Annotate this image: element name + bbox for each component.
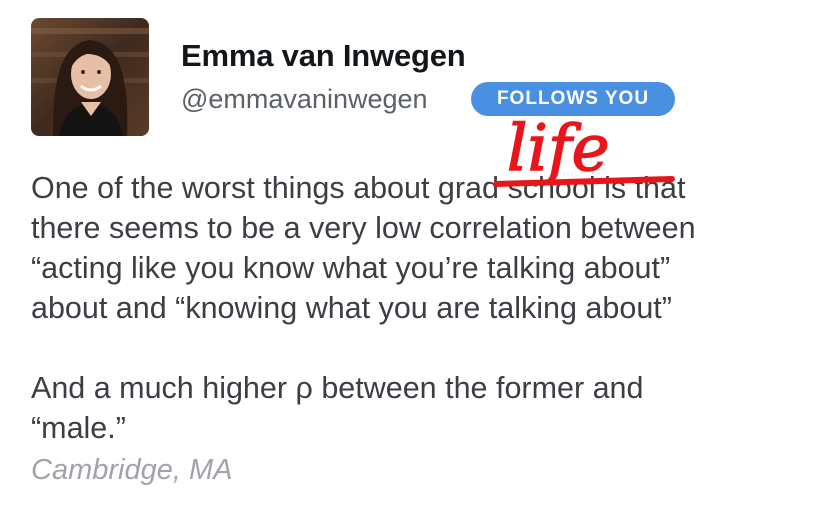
follows-you-badge: FOLLOWS YOU (471, 82, 675, 116)
tweet-card: Emma van Inwegen @emmavaninwegen FOLLOWS… (0, 0, 828, 506)
user-handle[interactable]: @emmavaninwegen (181, 84, 428, 115)
tweet-line: there seems to be a very low correlation… (31, 211, 696, 245)
tweet-line: One of the worst things about grad schoo… (31, 168, 811, 208)
tweet-text-segment: is that (595, 171, 686, 205)
tweet-text-segment: One of the worst things about (31, 171, 438, 205)
tweet-line: “acting like you know what you’re talkin… (31, 251, 671, 285)
tweet-line: about and “knowing what you are talking … (31, 291, 672, 325)
struck-through-text: grad school (437, 171, 596, 205)
tweet-text: One of the worst things about grad schoo… (31, 168, 811, 448)
tweet-location[interactable]: Cambridge, MA (31, 454, 232, 487)
display-name[interactable]: Emma van Inwegen (181, 38, 466, 74)
tweet-line: “male.” (31, 411, 126, 445)
tweet-line: And a much higher ρ between the former a… (31, 371, 644, 405)
avatar[interactable] (31, 18, 149, 136)
profile-photo-icon (31, 18, 149, 136)
